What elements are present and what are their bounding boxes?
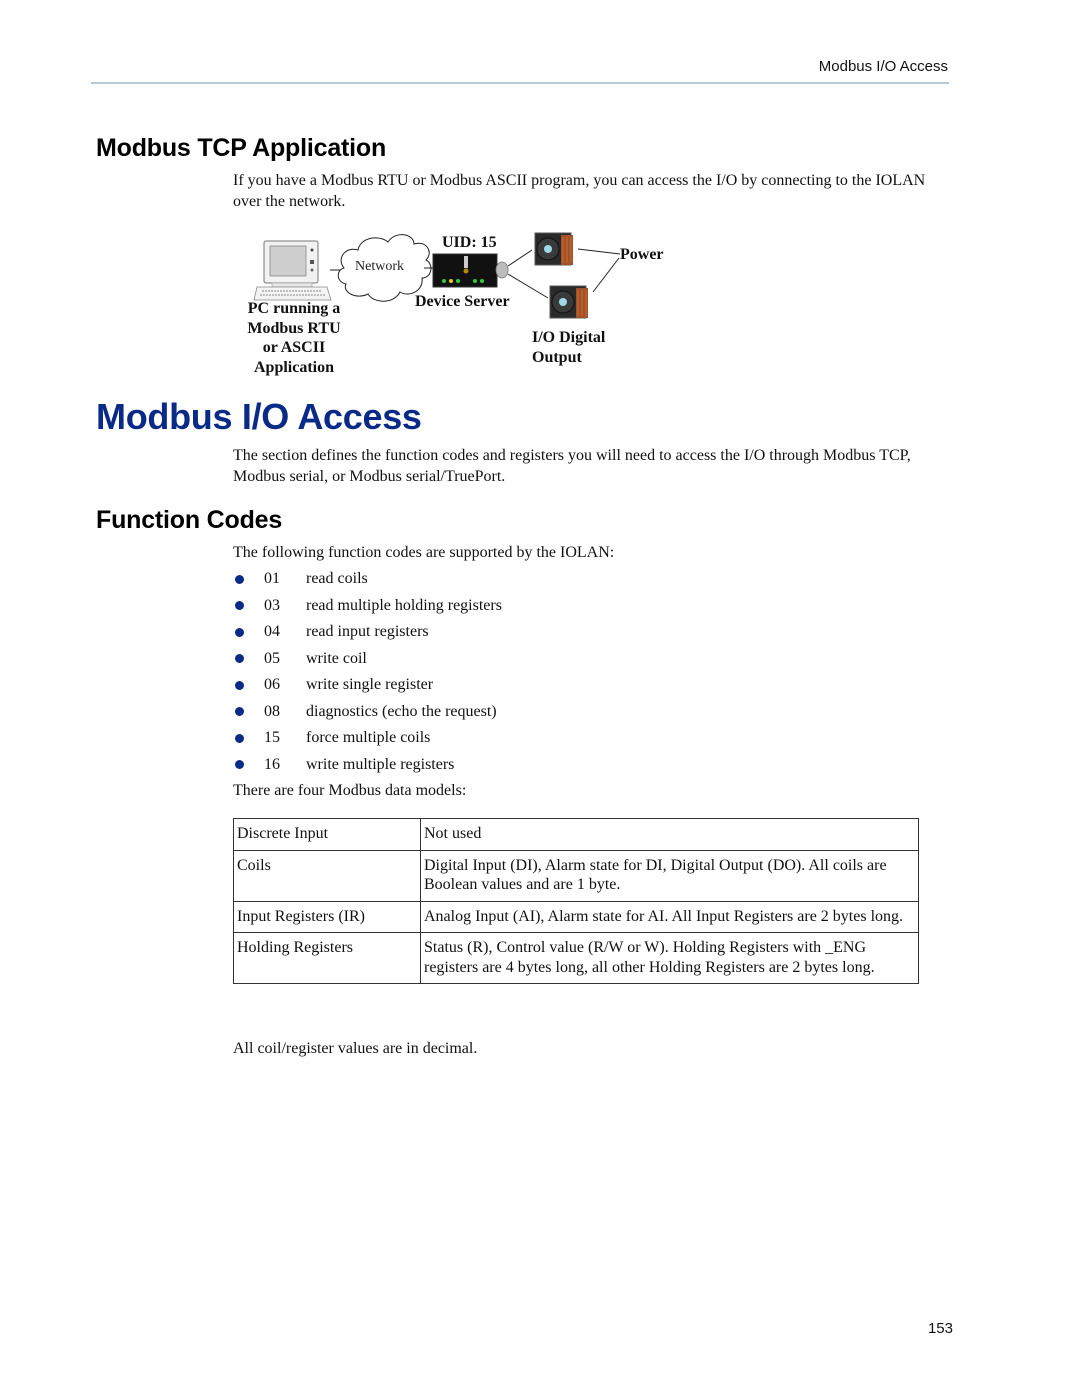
uid-label: UID: 15 [442,234,497,251]
tcp-intro-paragraph: If you have a Modbus RTU or Modbus ASCII… [233,172,926,210]
pc-label-line: or ASCII [262,339,326,356]
io-intro-paragraph: The section defines the function codes a… [233,447,911,485]
function-code: 03 [264,596,280,614]
model-name-cell: Input Registers (IR) [233,900,421,933]
computer-icon [253,240,332,301]
model-desc-cell: Digital Input (DI), Alarm state for DI, … [420,849,919,902]
bullet-icon [235,733,244,743]
bullet-icon [235,601,244,611]
list-item: 01 read coils [233,566,502,593]
device-server-label: Device Server [415,293,510,310]
function-desc: read input registers [306,623,429,641]
device-server-icon [432,253,509,288]
function-code: 01 [264,570,280,588]
server-io-link-1 [507,249,533,267]
model-desc-cell: Analog Input (AI), Alarm state for AI. A… [420,900,919,933]
model-desc-cell: Not used [420,818,919,851]
function-desc: force multiple coils [306,729,431,747]
chapter-title: Modbus I/O Access [96,396,422,437]
function-desc: write single register [306,676,434,694]
function-desc: write coil [306,649,367,667]
function-codes-intro: The following function codes are support… [233,544,615,561]
list-item: 04 read input registers [233,619,502,646]
page-number: 153 [927,1320,953,1337]
power-link-1 [577,248,621,255]
pc-label-line: PC running a [247,300,341,317]
list-item: 15 force multiple coils [233,725,502,752]
power-label: Power [620,246,664,263]
bullet-icon [235,760,244,770]
function-code: 05 [264,649,280,667]
bullet-icon [235,680,244,690]
data-models-table: Discrete Input Not used Coils Digital In… [233,818,919,984]
server-io-link-2 [507,273,549,299]
function-desc: read coils [306,570,368,588]
function-desc: write multiple registers [306,755,455,773]
function-code: 08 [264,702,280,720]
table-row: Discrete Input Not used [233,818,919,851]
list-item: 16 write multiple registers [233,752,502,779]
bullet-icon [235,654,244,664]
table-row: Holding Registers Status (R), Control va… [233,932,919,984]
decimal-note: All coil/register values are in decimal. [233,1040,478,1057]
model-name-cell: Holding Registers [233,932,421,984]
table-row: Coils Digital Input (DI), Alarm state fo… [233,849,919,902]
function-desc: read multiple holding registers [306,596,502,614]
pc-label-line: Application [253,358,334,376]
function-code-list: 01 read coils 03 read multiple holding reg… [233,566,502,778]
section-heading-function-codes: Function Codes [96,506,283,534]
running-header: Modbus I/O Access [818,58,948,75]
list-item: 08 diagnostics (echo the request) [233,699,502,726]
pc-label-line: Modbus RTU [247,319,341,337]
list-item: 03 read multiple holding registers [233,593,502,620]
io-label-line: I/O Digital [532,329,606,346]
header-rule [91,82,949,84]
function-code: 15 [264,729,280,747]
data-models-intro: There are four Modbus data models: [233,782,467,799]
function-desc: diagnostics (echo the request) [306,702,497,720]
model-desc-cell: Status (R), Control value (R/W or W). Ho… [420,932,919,984]
model-name-cell: Coils [233,849,421,902]
io-digital-output-label: I/O Digital Output [532,328,605,367]
function-code: 16 [264,755,280,773]
io-label-line: Output [532,348,582,366]
io-module-icon [534,232,573,266]
bullet-icon [235,707,244,717]
bullet-icon [235,574,244,584]
function-code: 06 [264,676,280,694]
table-row: Input Registers (IR) Analog Input (AI), … [233,900,919,933]
list-item: 05 write coil [233,646,502,673]
list-item: 06 write single register [233,672,502,699]
network-label: Network [355,259,404,274]
section-heading-tcp: Modbus TCP Application [96,134,387,162]
pc-label: PC running a Modbus RTU or ASCII Applica… [232,299,356,377]
model-name-cell: Discrete Input [233,818,421,851]
network-diagram: PC running a Modbus RTU or ASCII Applica… [232,228,682,383]
power-link-2 [592,257,620,293]
io-module-icon [549,285,588,319]
bullet-icon [235,627,244,637]
function-code: 04 [264,623,280,641]
